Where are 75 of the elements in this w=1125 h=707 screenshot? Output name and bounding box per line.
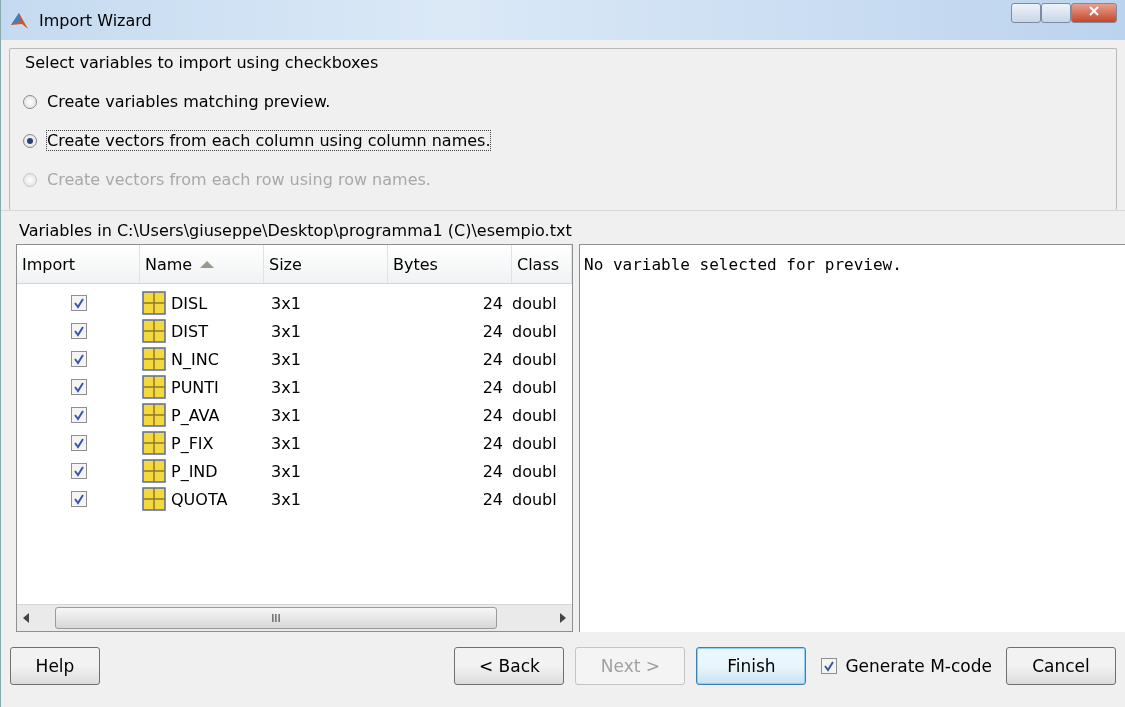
- grid-icon: [142, 431, 166, 455]
- table-cell-text: doubl: [512, 489, 558, 509]
- column-header[interactable]: Class: [512, 245, 572, 283]
- cancel-button[interactable]: Cancel: [1006, 647, 1116, 685]
- table-cell-text: 24: [481, 321, 504, 341]
- table-cell-text: doubl: [512, 293, 558, 313]
- checkbox[interactable]: [70, 379, 87, 395]
- table-cell: P_AVA: [171, 405, 220, 425]
- checkbox[interactable]: [821, 658, 838, 674]
- grid-icon: [142, 319, 166, 343]
- column-header[interactable]: Size: [264, 245, 388, 283]
- sort-ascending-icon: [200, 260, 215, 268]
- checkbox[interactable]: [70, 491, 87, 507]
- preview-message: No variable selected for preview.: [584, 255, 902, 274]
- table-cell-text: 3x1: [270, 293, 302, 313]
- checkbox-label[interactable]: Generate M-code: [845, 656, 992, 676]
- back-button[interactable]: < Back: [454, 647, 565, 685]
- scrollbar-thumb[interactable]: III: [55, 607, 497, 629]
- table-cell: DISL: [171, 293, 208, 313]
- close-button[interactable]: [1071, 3, 1117, 23]
- grid-icon: [142, 403, 166, 427]
- window-title: Import Wizard: [39, 10, 152, 30]
- grid-icon: [142, 487, 166, 511]
- table-cell-text: 3x1: [270, 461, 302, 481]
- radio-button[interactable]: [23, 94, 37, 109]
- checkbox[interactable]: [70, 351, 87, 367]
- table-cell-text: 3x1: [270, 489, 302, 509]
- column-header[interactable]: Import: [17, 245, 140, 283]
- table-cell-text: doubl: [512, 349, 558, 369]
- table-cell: P_IND: [171, 461, 218, 481]
- checkbox[interactable]: [70, 407, 87, 423]
- scroll-right-icon[interactable]: [560, 613, 566, 623]
- help-button[interactable]: Help: [10, 647, 100, 685]
- radio-label[interactable]: Create variables matching preview.: [47, 92, 331, 111]
- horizontal-scrollbar[interactable]: III: [17, 604, 572, 631]
- table-cell-text: 24: [481, 377, 504, 397]
- table-cell-text: doubl: [512, 321, 558, 341]
- table-cell-text: doubl: [512, 461, 558, 481]
- table-cell: DIST: [171, 321, 208, 341]
- minimize-button[interactable]: [1011, 3, 1041, 23]
- table-cell-text: 3x1: [270, 433, 302, 453]
- table-cell-text: 3x1: [270, 349, 302, 369]
- radio-label[interactable]: Create vectors from each column using column names.: [47, 131, 491, 150]
- finish-button[interactable]: Finish: [696, 647, 807, 685]
- table-cell: P_FIX: [171, 433, 214, 453]
- table-cell-text: 24: [481, 489, 504, 509]
- checkbox[interactable]: [70, 463, 87, 479]
- column-header[interactable]: Bytes: [388, 245, 512, 283]
- table-cell: N_INC: [171, 349, 219, 369]
- table-cell-text: 24: [481, 461, 504, 481]
- table-cell-text: 24: [481, 293, 504, 313]
- checkbox[interactable]: [70, 295, 87, 311]
- grid-icon: [142, 291, 166, 315]
- maximize-button[interactable]: [1041, 3, 1071, 23]
- table-cell-text: 3x1: [270, 321, 302, 341]
- column-header[interactable]: Name: [140, 245, 264, 283]
- table-cell-text: doubl: [512, 377, 558, 397]
- grid-icon: [142, 375, 166, 399]
- grid-icon: [142, 347, 166, 371]
- table-cell-text: 24: [481, 349, 504, 369]
- table-cell-text: 24: [481, 433, 504, 453]
- table-cell-text: doubl: [512, 405, 558, 425]
- table-cell-text: 3x1: [270, 405, 302, 425]
- checkbox[interactable]: [70, 435, 87, 451]
- close-icon: [1088, 5, 1100, 17]
- group-title: Select variables to import using checkboxes: [23, 53, 381, 72]
- scroll-left-icon[interactable]: [23, 613, 29, 623]
- checkbox[interactable]: [70, 323, 87, 339]
- table-cell-text: doubl: [512, 433, 558, 453]
- table-cell: PUNTI: [171, 377, 219, 397]
- table-cell: QUOTA: [171, 489, 228, 509]
- table-cell-text: 24: [481, 405, 504, 425]
- grid-icon: [142, 459, 166, 483]
- table-cell-text: 3x1: [270, 377, 302, 397]
- radio-button[interactable]: [23, 133, 37, 148]
